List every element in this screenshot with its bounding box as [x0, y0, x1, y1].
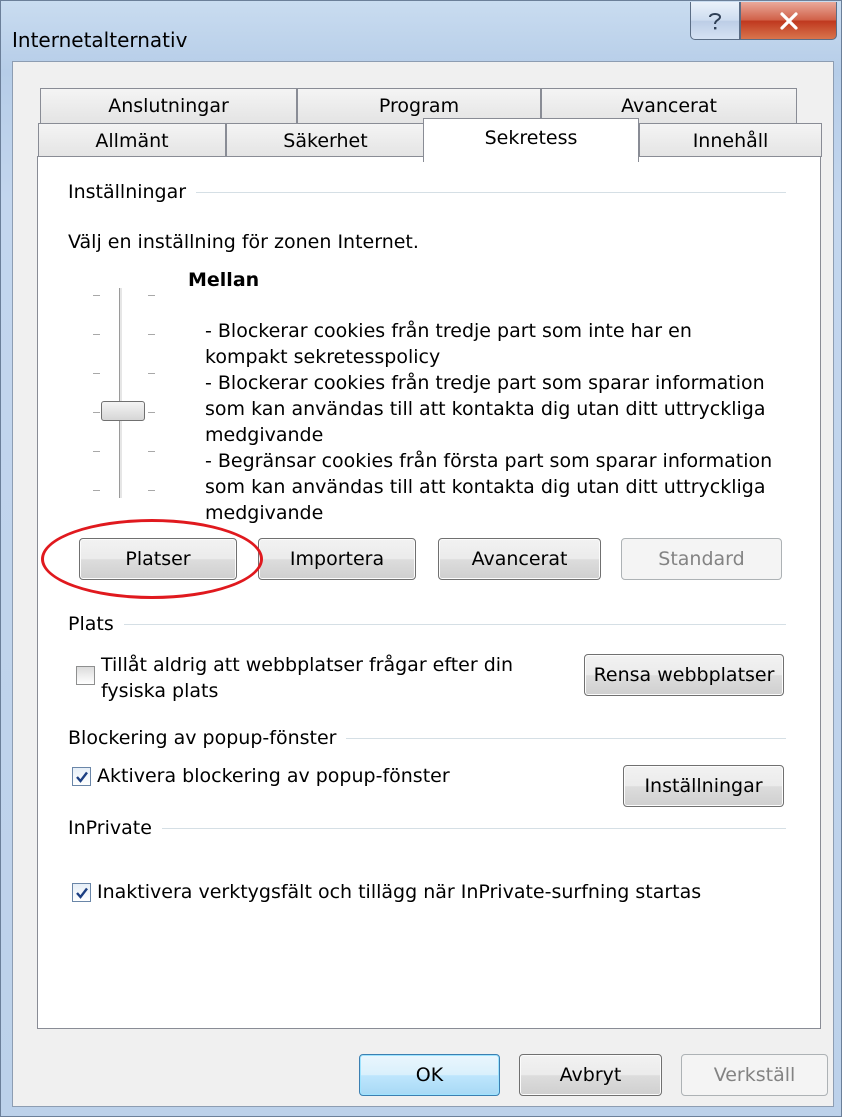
settings-group-header: Inställningar: [68, 181, 786, 203]
popup-blocker-label: Aktivera blockering av popup-fönster: [97, 765, 450, 787]
apply-button[interactable]: Verkställ: [681, 1054, 828, 1096]
import-button[interactable]: Importera: [258, 538, 416, 580]
slider-tick: [93, 490, 100, 491]
default-button[interactable]: Standard: [621, 538, 782, 580]
help-icon: [709, 12, 722, 29]
slider-tick: [93, 334, 100, 335]
inprivate-group-header: InPrivate: [68, 817, 786, 839]
description-line: - Begränsar cookies från första part som…: [205, 450, 773, 472]
slider-tick: [148, 490, 155, 491]
tab-innehall[interactable]: Innehåll: [639, 123, 822, 157]
description-line: som kan användas till att kontakta dig u…: [205, 398, 766, 420]
popup-group-divider: [346, 737, 786, 739]
ok-button[interactable]: OK: [359, 1054, 500, 1096]
cancel-button[interactable]: Avbryt: [519, 1054, 662, 1096]
sites-button[interactable]: Platser: [79, 538, 237, 580]
slider-tick: [148, 295, 155, 296]
description-line: kompakt sekretesspolicy: [205, 346, 441, 368]
dialog-window: Internetalternativ Anslutningar Program …: [0, 0, 842, 1117]
tab-sekretess[interactable]: Sekretess: [423, 118, 639, 162]
checkmark-icon: [75, 887, 88, 899]
description-line: medgivande: [205, 424, 324, 446]
location-label-line: Tillåt aldrig att webbplatser frågar eft…: [101, 654, 514, 676]
location-label-line: fysiska plats: [101, 680, 219, 702]
tab-sakerhet[interactable]: Säkerhet: [226, 123, 425, 157]
never-allow-location-label: Tillåt aldrig att webbplatser frågar eft…: [101, 652, 513, 704]
popup-blocker-checkbox[interactable]: [72, 767, 91, 786]
slider-tick: [93, 373, 100, 374]
tab-allmant[interactable]: Allmänt: [38, 123, 226, 157]
popup-settings-button[interactable]: Inställningar: [623, 765, 784, 807]
slider-tick: [148, 451, 155, 452]
location-group-divider: [123, 623, 786, 625]
clear-sites-button[interactable]: Rensa webbplatser: [584, 654, 784, 696]
description-line: - Blockerar cookies från tredje part som…: [205, 372, 765, 394]
window-title: Internetalternativ: [12, 28, 188, 52]
popup-group-label: Blockering av popup-fönster: [68, 727, 337, 749]
settings-group-divider: [196, 191, 786, 193]
privacy-slider-thumb[interactable]: [101, 401, 145, 421]
checkmark-icon: [75, 771, 88, 783]
inprivate-group-divider: [161, 827, 786, 829]
privacy-level-name: Mellan: [188, 269, 260, 291]
zone-text: Välj en inställning för zonen Internet.: [68, 231, 419, 253]
tab-anslutningar[interactable]: Anslutningar: [40, 88, 297, 123]
advanced-button[interactable]: Avancerat: [438, 538, 601, 580]
popup-group-header: Blockering av popup-fönster: [68, 727, 786, 749]
close-button[interactable]: [740, 2, 837, 40]
slider-tick: [148, 412, 155, 413]
slider-tick: [93, 412, 100, 413]
inprivate-disable-toolbars-label: Inaktivera verktygsfält och tillägg när …: [97, 881, 702, 903]
slider-tick: [93, 295, 100, 296]
privacy-level-description: - Blockerar cookies från tredje part som…: [205, 318, 772, 526]
slider-tick: [148, 373, 155, 374]
slider-tick: [148, 334, 155, 335]
description-line: - Blockerar cookies från tredje part som…: [205, 320, 692, 342]
privacy-slider-track[interactable]: [119, 288, 123, 498]
never-allow-location-checkbox[interactable]: [76, 666, 95, 685]
settings-group-label: Inställningar: [68, 181, 187, 203]
inprivate-disable-toolbars-checkbox[interactable]: [72, 883, 91, 902]
description-line: som kan användas till att kontakta dig u…: [205, 476, 766, 498]
inprivate-group-label: InPrivate: [68, 817, 152, 839]
location-group-label: Plats: [68, 613, 114, 635]
slider-tick: [93, 451, 100, 452]
close-icon: [779, 11, 798, 30]
help-button[interactable]: [690, 2, 740, 40]
description-line: medgivande: [205, 502, 324, 524]
location-group-header: Plats: [68, 613, 786, 635]
